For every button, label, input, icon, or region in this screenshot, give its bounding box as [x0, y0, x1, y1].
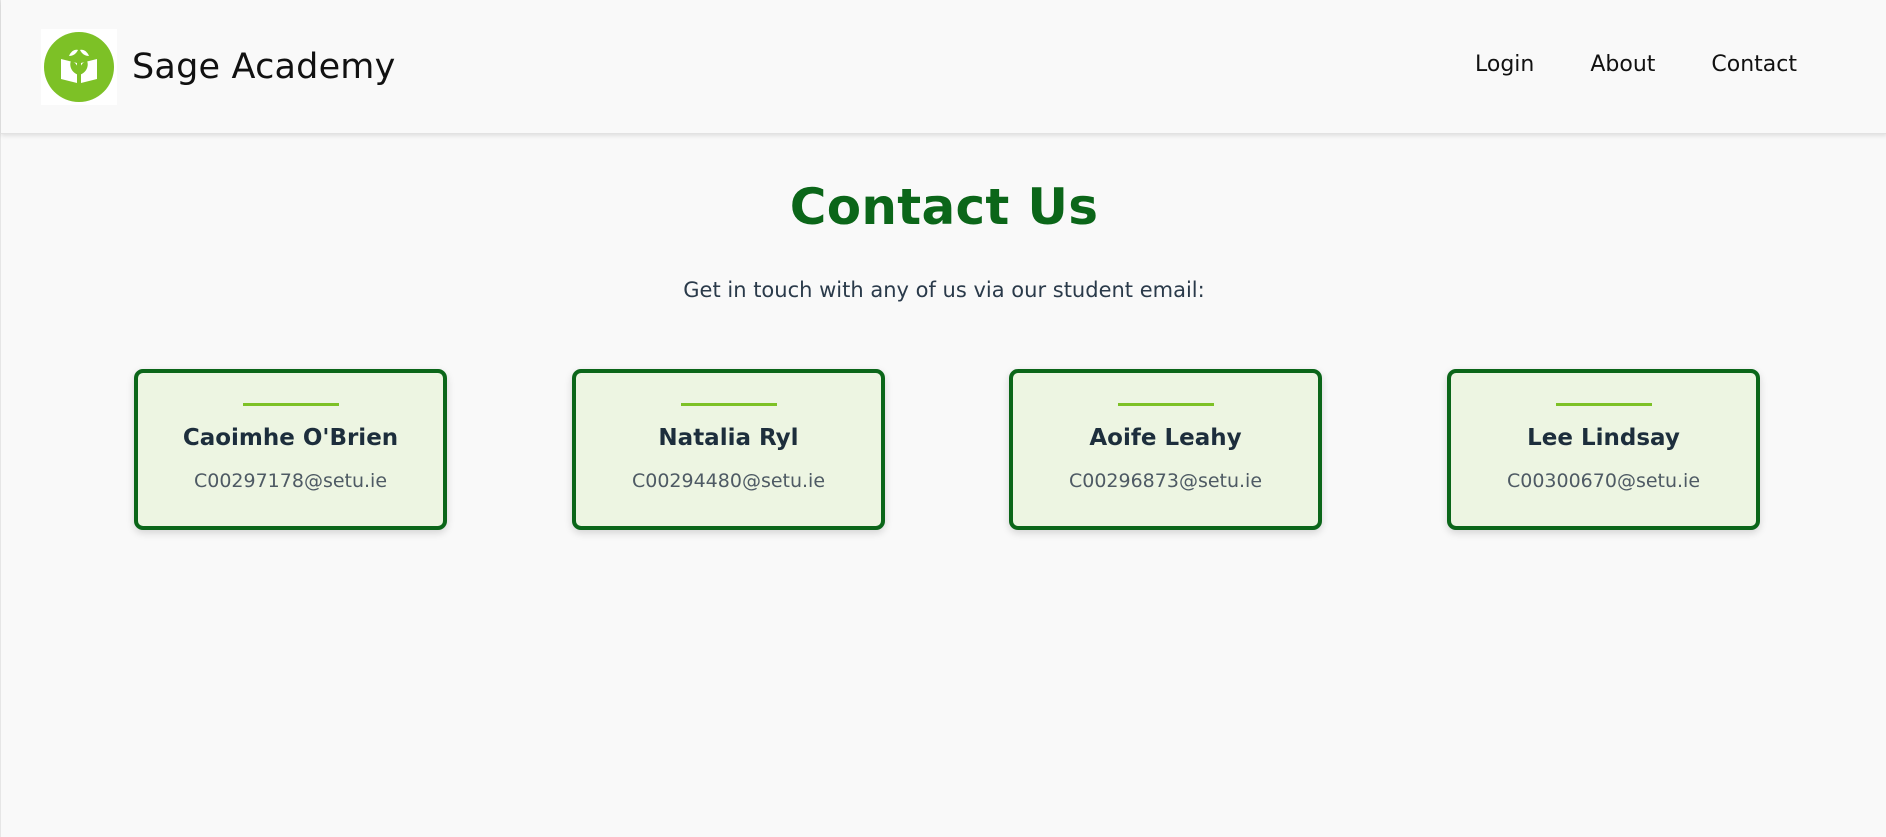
contact-name: Natalia Ryl: [658, 425, 799, 451]
contact-email[interactable]: C00297178@setu.ie: [138, 470, 443, 492]
contact-name: Lee Lindsay: [1527, 425, 1680, 451]
card-divider: [242, 403, 339, 406]
card-divider: [680, 403, 777, 406]
page-title: Contact Us: [789, 178, 1099, 236]
contact-card[interactable]: Aoife Leahy C00296873@setu.ie: [1009, 369, 1322, 530]
page-subtitle: Get in touch with any of us via our stud…: [683, 278, 1205, 302]
card-divider: [1555, 403, 1652, 406]
nav-login-link[interactable]: Login: [1475, 52, 1534, 77]
contact-card[interactable]: Caoimhe O'Brien C00297178@setu.ie: [134, 369, 447, 530]
nav-contact-link[interactable]: Contact: [1711, 52, 1797, 77]
main-nav: Login About Contact: [1419, 52, 1797, 77]
top-navbar: Sage Academy Login About Contact: [1, 0, 1886, 134]
brand[interactable]: Sage Academy: [41, 29, 396, 105]
contact-email[interactable]: C00294480@setu.ie: [576, 470, 881, 492]
nav-about-link[interactable]: About: [1590, 52, 1655, 77]
contact-card[interactable]: Natalia Ryl C00294480@setu.ie: [572, 369, 885, 530]
contact-name: Aoife Leahy: [1089, 425, 1242, 451]
brand-name: Sage Academy: [132, 47, 396, 87]
page: Sage Academy Login About Contact Contact…: [0, 0, 1886, 837]
contact-card[interactable]: Lee Lindsay C00300670@setu.ie: [1447, 369, 1760, 530]
contact-name: Caoimhe O'Brien: [182, 425, 399, 451]
open-book-sprout-icon: [44, 32, 114, 102]
card-divider: [1117, 403, 1214, 406]
logo: [41, 29, 117, 105]
contact-email[interactable]: C00300670@setu.ie: [1451, 470, 1756, 492]
contact-email[interactable]: C00296873@setu.ie: [1013, 470, 1318, 492]
